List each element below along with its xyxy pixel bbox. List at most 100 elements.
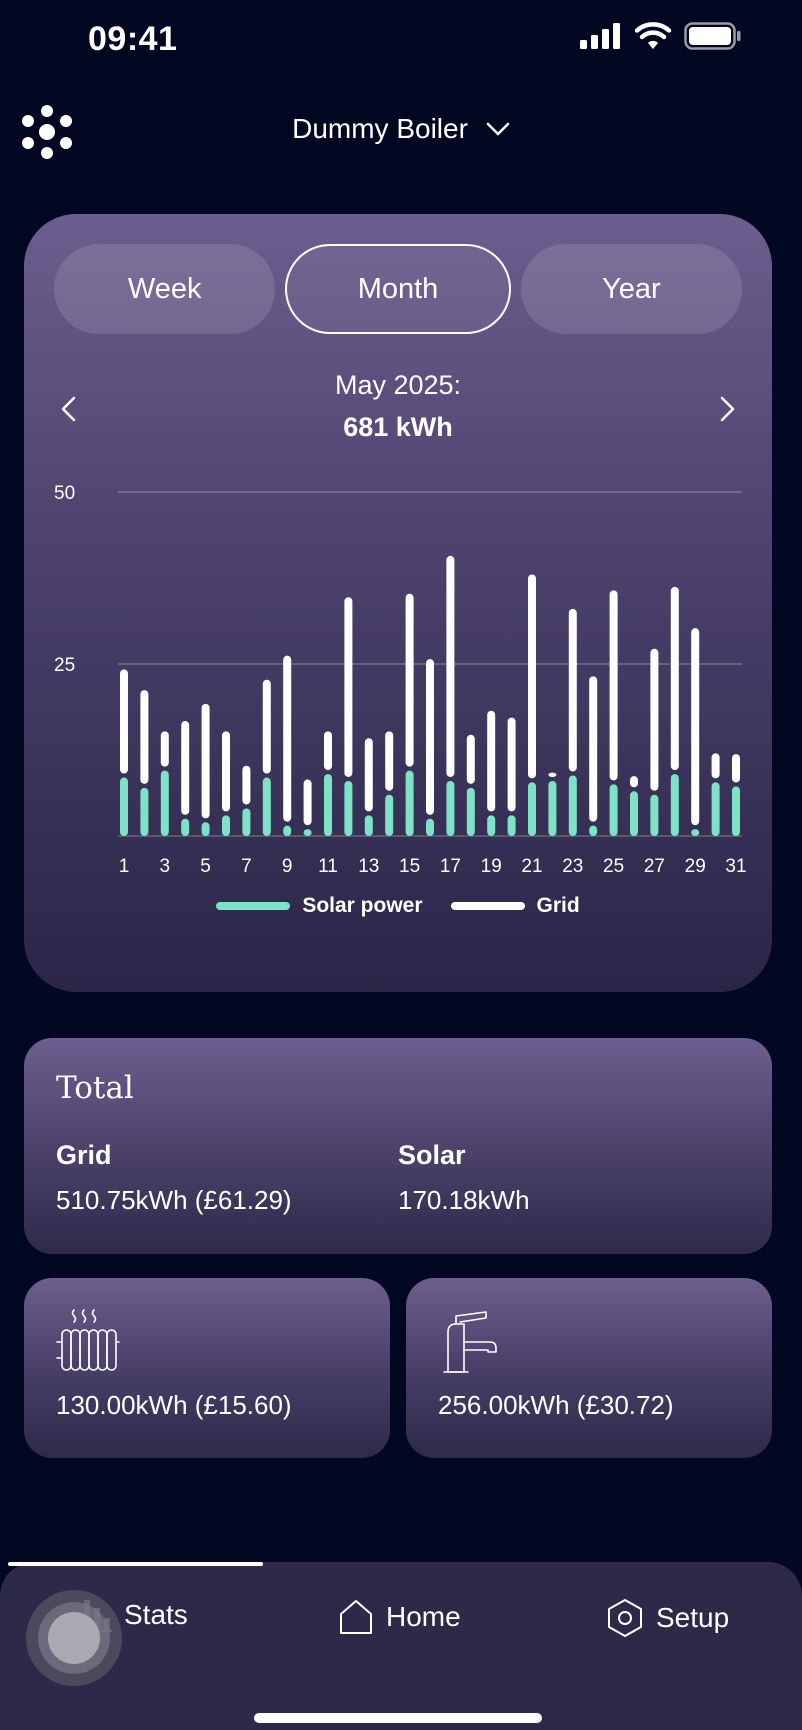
grid-bar xyxy=(364,738,373,812)
solar-bar xyxy=(426,818,434,836)
grid-bar xyxy=(160,731,169,767)
period-label: May 2025: xyxy=(334,370,462,400)
gear-icon xyxy=(608,1599,642,1637)
solar-bar xyxy=(344,780,353,836)
energy-chart-card: Week Month Year May 2025: 681 kWh 25 50 1 3… xyxy=(24,214,772,992)
chevron-down-icon xyxy=(486,122,510,136)
totals-grid: Grid 510.75kWh (£61.29) xyxy=(56,1140,292,1216)
chart-legend: Solar power Grid xyxy=(24,894,772,918)
hot-water-usage-card[interactable]: 256.00kWh (£30.72) xyxy=(406,1278,772,1458)
nav-label-stats: Stats xyxy=(124,1599,188,1630)
grid-bar xyxy=(446,555,455,777)
grid-bar xyxy=(344,597,353,777)
x-tick-label: 25 xyxy=(603,856,624,874)
energy-bar-chart: 25501 3 5 7 9 11 13 15 17 19 21 23 25 27 29 31 xyxy=(54,483,747,874)
home-icon xyxy=(340,1600,372,1634)
grid-bar xyxy=(507,717,516,812)
grid-bar xyxy=(609,590,618,781)
x-tick-label: 3 xyxy=(160,856,171,874)
solar-bar xyxy=(201,822,210,836)
y-tick-label: 50 xyxy=(54,483,75,504)
x-tick-label: 27 xyxy=(644,856,665,874)
solar-bar xyxy=(405,770,414,836)
x-tick-label: 17 xyxy=(440,856,461,874)
assistive-touch-button[interactable] xyxy=(26,1590,122,1686)
x-tick-label: 11 xyxy=(318,856,338,874)
nav-item-home[interactable]: Home xyxy=(338,1598,461,1636)
tab-month[interactable]: Month xyxy=(285,244,511,334)
period-navigator: May 2025: 681 kWh xyxy=(24,364,772,454)
status-time: 09:41 xyxy=(88,20,178,58)
totals-solar-value: 170.18kWh xyxy=(398,1185,530,1215)
grid-bar xyxy=(262,679,271,774)
grid-bar xyxy=(426,659,434,815)
legend-swatch-grid xyxy=(450,902,525,910)
solar-bar xyxy=(222,815,230,836)
period-tabs: Week Month Year xyxy=(54,244,742,334)
heating-usage-value: 130.00kWh (£15.60) xyxy=(56,1390,292,1420)
device-name: Dummy Boiler xyxy=(292,113,468,144)
header: Dummy Boiler xyxy=(0,95,802,165)
solar-bar xyxy=(732,786,740,836)
totals-title: Total xyxy=(56,1070,134,1106)
solar-bar xyxy=(120,777,128,836)
solar-bar xyxy=(262,777,271,836)
grid-bar xyxy=(630,776,638,788)
grid-bar xyxy=(568,608,577,772)
solar-bar xyxy=(568,775,577,836)
totals-solar-label: Solar xyxy=(398,1140,466,1170)
grid-bar xyxy=(405,593,414,767)
tab-month-label: Month xyxy=(357,272,439,305)
nav-item-setup[interactable]: Setup xyxy=(606,1598,729,1638)
solar-bar xyxy=(528,782,536,836)
x-tick-label: 13 xyxy=(358,856,379,874)
grid-bar xyxy=(711,753,720,779)
solar-bar xyxy=(548,780,557,836)
legend-item-solar: Solar power xyxy=(216,894,423,918)
active-tab-indicator xyxy=(8,1562,263,1566)
y-tick-label: 25 xyxy=(54,655,75,676)
totals-grid-value: 510.75kWh (£61.29) xyxy=(56,1185,292,1215)
solar-bar xyxy=(181,818,190,836)
legend-label-grid: Grid xyxy=(536,894,580,917)
status-icons xyxy=(580,22,742,50)
tab-week-label: Week xyxy=(127,272,202,305)
solar-bar xyxy=(589,825,598,836)
grid-bar xyxy=(670,586,679,771)
grid-bar xyxy=(283,655,292,822)
legend-swatch-solar xyxy=(216,902,291,910)
solar-bar xyxy=(650,794,659,836)
tap-icon xyxy=(443,1311,497,1373)
grid-bar xyxy=(589,676,598,822)
home-indicator[interactable] xyxy=(254,1713,542,1723)
tab-week[interactable]: Week xyxy=(54,244,276,334)
totals-grid-label: Grid xyxy=(56,1140,112,1170)
totals-solar: Solar 170.18kWh xyxy=(398,1140,530,1216)
solar-bar xyxy=(446,780,455,836)
heating-usage-card[interactable]: 130.00kWh (£15.60) xyxy=(24,1278,390,1458)
solar-bar xyxy=(364,815,373,836)
grid-bar xyxy=(528,574,536,779)
x-tick-label: 19 xyxy=(481,856,502,874)
chevron-right-icon[interactable] xyxy=(712,394,742,424)
battery-icon xyxy=(684,22,741,50)
solar-bar xyxy=(466,787,475,836)
solar-bar xyxy=(691,829,700,836)
tab-year-label: Year xyxy=(602,272,661,305)
solar-bar xyxy=(140,787,149,836)
device-selector[interactable]: Dummy Boiler xyxy=(0,113,802,145)
x-tick-label: 21 xyxy=(521,856,542,874)
solar-bar xyxy=(385,794,394,836)
x-tick-label: 9 xyxy=(282,856,293,874)
solar-bar xyxy=(670,774,679,836)
solar-bar xyxy=(711,782,720,836)
grid-bar xyxy=(385,731,394,791)
x-tick-label: 23 xyxy=(562,856,583,874)
tab-year[interactable]: Year xyxy=(520,244,742,334)
x-tick-label: 31 xyxy=(725,856,746,874)
period-total: 681 kWh xyxy=(343,412,453,442)
wifi-icon xyxy=(634,22,672,49)
x-tick-label: 15 xyxy=(399,856,420,874)
grid-bar xyxy=(466,734,475,784)
grid-bar xyxy=(650,648,659,791)
